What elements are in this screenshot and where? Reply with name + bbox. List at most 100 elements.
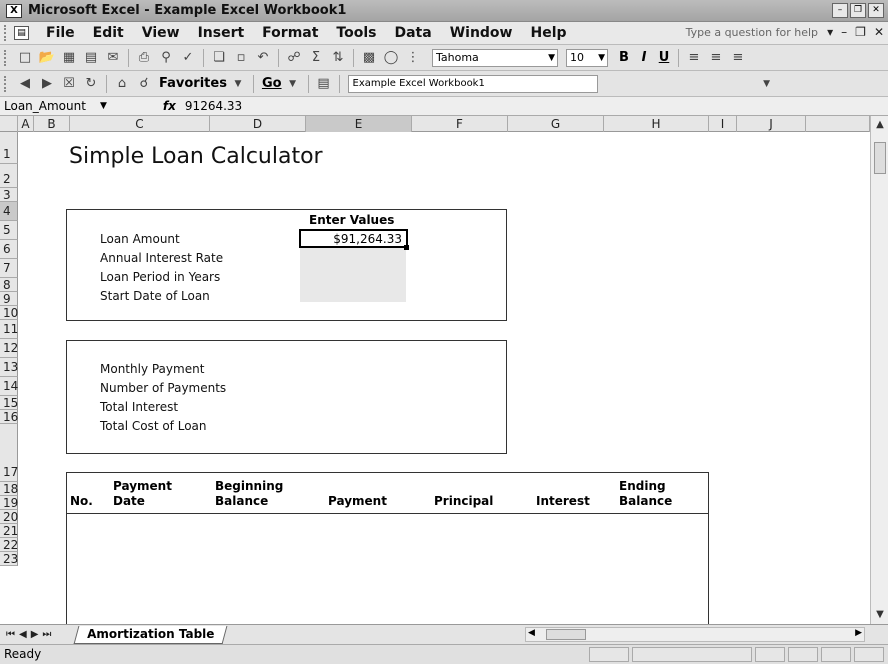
paste-icon[interactable]: ▫ bbox=[232, 49, 250, 67]
column-header-i[interactable]: I bbox=[709, 116, 737, 132]
column-header-f[interactable]: F bbox=[412, 116, 508, 132]
italic-button[interactable]: I bbox=[634, 50, 654, 65]
column-header-g[interactable]: G bbox=[508, 116, 604, 132]
toolbar-options-icon[interactable]: ⋮ bbox=[404, 49, 422, 67]
scroll-right-icon[interactable]: ▶ bbox=[855, 628, 862, 638]
undo-icon[interactable]: ↶ bbox=[254, 49, 272, 67]
row-header[interactable]: 7 bbox=[0, 259, 18, 278]
fill-handle[interactable] bbox=[404, 245, 409, 250]
worksheet-grid[interactable]: A B C D E F G H I J 1 2 3 4 5 6 7 8 9 10… bbox=[0, 116, 888, 624]
show-only-web-toolbar-icon[interactable]: ▤ bbox=[315, 75, 333, 93]
refresh-icon[interactable]: ↻ bbox=[82, 75, 100, 93]
menu-format[interactable]: Format bbox=[253, 25, 327, 41]
favorites-button[interactable]: Favorites bbox=[159, 76, 227, 91]
row-header[interactable]: 6 bbox=[0, 240, 18, 259]
menu-data[interactable]: Data bbox=[385, 25, 440, 41]
row-header[interactable]: 21 bbox=[0, 524, 18, 538]
row-header[interactable]: 18 bbox=[0, 482, 18, 496]
permission-icon[interactable]: ▤ bbox=[82, 49, 100, 67]
chart-wizard-icon[interactable]: ▩ bbox=[360, 49, 378, 67]
row-header[interactable]: 5 bbox=[0, 221, 18, 240]
next-sheet-icon[interactable]: ▶ bbox=[31, 629, 39, 640]
row-header[interactable]: 3 bbox=[0, 188, 18, 202]
home-icon[interactable]: ⌂ bbox=[113, 75, 131, 93]
row-header[interactable]: 16 bbox=[0, 410, 18, 424]
menu-tools[interactable]: Tools bbox=[327, 25, 385, 41]
address-dropdown-icon[interactable]: ▼ bbox=[758, 75, 776, 93]
back-icon[interactable]: ◀ bbox=[16, 75, 34, 93]
select-all-button[interactable] bbox=[0, 116, 18, 132]
row-header[interactable]: 19 bbox=[0, 496, 18, 510]
menu-edit[interactable]: Edit bbox=[84, 25, 133, 41]
go-button[interactable]: Go bbox=[262, 76, 282, 91]
forward-icon[interactable]: ▶ bbox=[38, 75, 56, 93]
doc-restore-button[interactable]: ❐ bbox=[855, 25, 866, 39]
address-input[interactable]: Example Excel Workbook1 bbox=[347, 74, 598, 93]
row-header[interactable]: 17 bbox=[0, 424, 18, 482]
row-header[interactable]: 8 bbox=[0, 278, 18, 292]
doc-minimize-button[interactable]: – bbox=[841, 25, 847, 39]
align-left-icon[interactable]: ≡ bbox=[685, 49, 703, 67]
toolbar-grip[interactable] bbox=[4, 49, 8, 66]
hscroll-thumb[interactable] bbox=[546, 629, 586, 640]
tab-amortization-table[interactable]: Amortization Table bbox=[73, 625, 228, 644]
row-header[interactable]: 11 bbox=[0, 320, 18, 339]
scroll-down-icon[interactable]: ▼ bbox=[873, 608, 887, 622]
row-header[interactable]: 1 bbox=[0, 132, 18, 164]
name-box[interactable]: Loan_Amount bbox=[0, 99, 110, 113]
loan-amount-cell[interactable]: $91,264.33 bbox=[299, 229, 408, 248]
excel-icon[interactable]: X bbox=[6, 3, 22, 18]
row-header[interactable]: 12 bbox=[0, 339, 18, 358]
sort-ascending-icon[interactable]: ⇅ bbox=[329, 49, 347, 67]
open-icon[interactable]: 📂 bbox=[38, 49, 56, 67]
toolbar-grip[interactable] bbox=[4, 75, 8, 92]
print-icon[interactable]: ⎙ bbox=[135, 49, 153, 67]
align-center-icon[interactable]: ≡ bbox=[707, 49, 725, 67]
row-header[interactable]: 2 bbox=[0, 164, 18, 188]
row-header[interactable]: 10 bbox=[0, 306, 18, 320]
close-button[interactable]: ✕ bbox=[868, 3, 884, 18]
row-header[interactable]: 22 bbox=[0, 538, 18, 552]
font-size-select[interactable]: 10 ▼ bbox=[566, 48, 608, 67]
insert-function-icon[interactable]: fx bbox=[163, 99, 183, 113]
new-icon[interactable]: □ bbox=[16, 49, 34, 67]
restore-button[interactable]: ❐ bbox=[850, 3, 866, 18]
column-header-b[interactable]: B bbox=[34, 116, 70, 132]
autosum-icon[interactable]: Σ bbox=[307, 49, 325, 67]
save-icon[interactable]: ▦ bbox=[60, 49, 78, 67]
align-right-icon[interactable]: ≡ bbox=[729, 49, 747, 67]
column-header-j[interactable]: J bbox=[737, 116, 806, 132]
help-search-input[interactable]: Type a question for help bbox=[686, 26, 818, 39]
search-web-icon[interactable]: ☌ bbox=[135, 75, 153, 93]
row-header[interactable]: 4 bbox=[0, 202, 18, 221]
row-header[interactable]: 15 bbox=[0, 396, 18, 410]
email-icon[interactable]: ✉ bbox=[104, 49, 122, 67]
column-header-h[interactable]: H bbox=[604, 116, 709, 132]
column-header-d[interactable]: D bbox=[210, 116, 306, 132]
menu-file[interactable]: File bbox=[37, 25, 84, 41]
grip-handle[interactable] bbox=[4, 25, 8, 41]
stop-icon[interactable]: ☒ bbox=[60, 75, 78, 93]
row-header[interactable]: 13 bbox=[0, 358, 18, 377]
menu-help[interactable]: Help bbox=[521, 25, 575, 41]
underline-button[interactable]: U bbox=[654, 50, 674, 65]
vertical-scrollbar[interactable]: ▲ ▼ bbox=[870, 116, 888, 624]
menu-insert[interactable]: Insert bbox=[189, 25, 254, 41]
first-sheet-icon[interactable]: ⏮ bbox=[6, 629, 15, 640]
horizontal-scrollbar[interactable]: ◀ ▶ bbox=[525, 627, 865, 642]
name-box-dropdown-icon[interactable]: ▼ bbox=[100, 101, 107, 111]
help-icon[interactable]: ◯ bbox=[382, 49, 400, 67]
bold-button[interactable]: B bbox=[614, 50, 634, 65]
column-header-a[interactable]: A bbox=[18, 116, 34, 132]
menu-window[interactable]: Window bbox=[441, 25, 522, 41]
last-sheet-icon[interactable]: ⏭ bbox=[42, 629, 51, 640]
row-header[interactable]: 9 bbox=[0, 292, 18, 306]
scroll-left-icon[interactable]: ◀ bbox=[528, 628, 535, 638]
row-header[interactable]: 23 bbox=[0, 552, 18, 566]
spelling-icon[interactable]: ✓ bbox=[179, 49, 197, 67]
column-header-e[interactable]: E bbox=[306, 116, 412, 132]
formula-input[interactable]: 91264.33 bbox=[185, 99, 242, 113]
menu-view[interactable]: View bbox=[133, 25, 189, 41]
prev-sheet-icon[interactable]: ◀ bbox=[19, 629, 27, 640]
hyperlink-icon[interactable]: ☍ bbox=[285, 49, 303, 67]
